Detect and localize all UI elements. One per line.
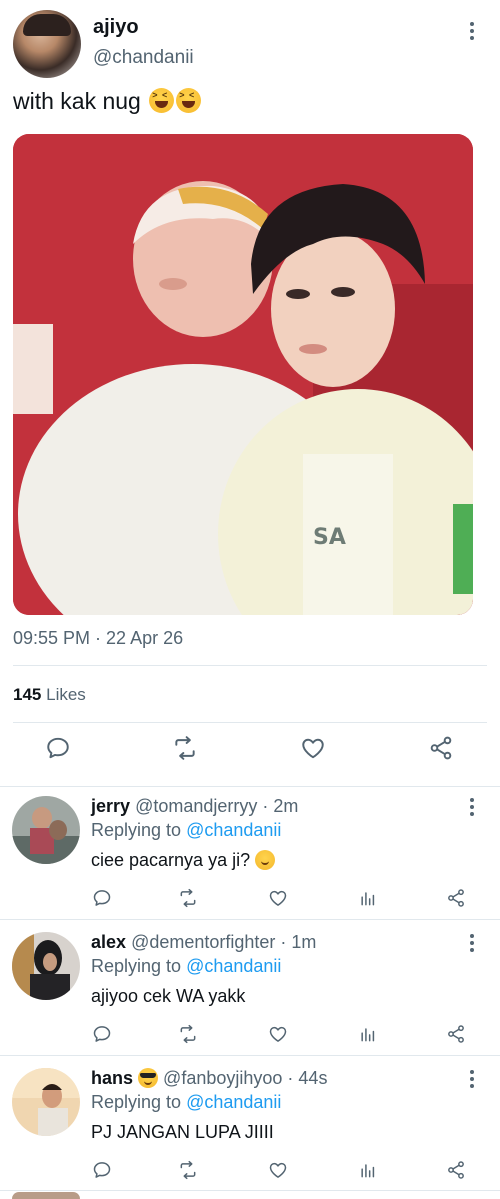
- author-display-name[interactable]: ajiyo: [93, 16, 139, 39]
- laughing-squint-emoji: [176, 88, 202, 113]
- replying-to-line: Replying to @chandanii: [91, 956, 281, 977]
- divider: [0, 1190, 500, 1191]
- reply-time: · 1m: [280, 932, 317, 952]
- reply-action-bar: [0, 1024, 500, 1050]
- reply-text: ajiyoo cek WA yakk: [91, 986, 245, 1007]
- next-reply-avatar-peek: [12, 1192, 80, 1199]
- likes-summary[interactable]: 145 Likes: [13, 685, 86, 705]
- replying-to-link[interactable]: @chandanii: [186, 820, 281, 840]
- replying-to-link[interactable]: @chandanii: [186, 1092, 281, 1112]
- reply-icon[interactable]: [92, 1160, 116, 1184]
- analytics-icon[interactable]: [358, 1160, 382, 1184]
- tweet-text-content: with kak nug: [13, 88, 141, 114]
- share-icon[interactable]: [446, 1160, 470, 1184]
- divider: [0, 919, 500, 920]
- reply-header: hans @fanboyjihyoo · 44s: [91, 1068, 327, 1089]
- replying-to-link[interactable]: @chandanii: [186, 956, 281, 976]
- likes-label: Likes: [46, 685, 86, 704]
- retweet-icon[interactable]: [178, 1160, 202, 1184]
- smiling-face-with-sunglasses-emoji: [138, 1068, 159, 1088]
- reply-tweet[interactable]: jerry @tomandjerryy · 2m Replying to @ch…: [0, 788, 500, 923]
- reply-text-content: ciee pacarnya ya ji?: [91, 850, 251, 870]
- reply-header: jerry @tomandjerryy · 2m: [91, 796, 298, 817]
- reply-handle[interactable]: @fanboyjihyoo: [163, 1068, 282, 1088]
- reply-text-content: PJ JANGAN LUPA JIIII: [91, 1122, 274, 1142]
- like-icon[interactable]: [300, 735, 332, 767]
- divider: [0, 786, 500, 787]
- reply-tweet[interactable]: alex @dementorfighter · 1m Replying to @…: [0, 924, 500, 1059]
- more-options-icon[interactable]: [466, 1070, 478, 1090]
- more-options-icon[interactable]: [466, 22, 478, 42]
- analytics-icon[interactable]: [358, 1024, 382, 1048]
- likes-count: 145: [13, 685, 42, 704]
- divider: [0, 1055, 500, 1056]
- reply-icon[interactable]: [92, 1024, 116, 1048]
- tweet-text: with kak nug: [13, 88, 202, 115]
- more-options-icon[interactable]: [466, 934, 478, 954]
- analytics-icon[interactable]: [358, 888, 382, 912]
- reply-handle[interactable]: @tomandjerryy: [135, 796, 257, 816]
- retweet-icon[interactable]: [178, 888, 202, 912]
- tweet-photo[interactable]: SA: [13, 134, 473, 615]
- reply-text: ciee pacarnya ya ji?: [91, 850, 276, 871]
- author-avatar[interactable]: [13, 10, 81, 78]
- divider: [13, 722, 487, 723]
- share-icon[interactable]: [446, 888, 470, 912]
- reply-display-name[interactable]: alex: [91, 932, 126, 952]
- reply-text: PJ JANGAN LUPA JIIII: [91, 1122, 274, 1143]
- reply-action-bar: [0, 888, 500, 914]
- retweet-icon[interactable]: [178, 1024, 202, 1048]
- laughing-squint-emoji: [149, 88, 175, 113]
- reply-avatar[interactable]: [12, 1068, 80, 1136]
- reply-tweet[interactable]: hans @fanboyjihyoo · 44s Replying to @ch…: [0, 1060, 500, 1195]
- replying-to-line: Replying to @chandanii: [91, 1092, 281, 1113]
- replying-prefix: Replying to: [91, 820, 182, 840]
- reply-time: · 2m: [262, 796, 299, 816]
- retweet-icon[interactable]: [172, 735, 204, 767]
- reply-action-bar: [0, 1160, 500, 1186]
- like-icon[interactable]: [268, 888, 292, 912]
- divider: [13, 665, 487, 666]
- share-icon[interactable]: [446, 1024, 470, 1048]
- reply-handle[interactable]: @dementorfighter: [131, 932, 275, 952]
- tweet-timestamp: 09:55 PM · 22 Apr 26: [13, 628, 184, 648]
- reply-time: · 44s: [287, 1068, 328, 1088]
- reply-avatar[interactable]: [12, 932, 80, 1000]
- face-with-hand-over-mouth-emoji: [255, 850, 276, 870]
- like-icon[interactable]: [268, 1160, 292, 1184]
- reply-icon[interactable]: [92, 888, 116, 912]
- tweet-header: ajiyo @chandanii: [0, 0, 500, 84]
- reply-display-name[interactable]: hans: [91, 1068, 133, 1088]
- reply-avatar[interactable]: [12, 796, 80, 864]
- reply-text-content: ajiyoo cek WA yakk: [91, 986, 246, 1006]
- replying-to-line: Replying to @chandanii: [91, 820, 281, 841]
- tweet-photo-illustration: SA: [13, 134, 473, 615]
- share-icon[interactable]: [428, 735, 460, 767]
- like-icon[interactable]: [268, 1024, 292, 1048]
- reply-icon[interactable]: [45, 735, 77, 767]
- svg-text:SA: SA: [313, 525, 346, 550]
- reply-display-name[interactable]: jerry: [91, 796, 130, 816]
- tweet-action-bar: [0, 735, 500, 775]
- replying-prefix: Replying to: [91, 1092, 182, 1112]
- more-options-icon[interactable]: [466, 798, 478, 818]
- author-handle[interactable]: @chandanii: [93, 47, 194, 69]
- replying-prefix: Replying to: [91, 956, 182, 976]
- reply-header: alex @dementorfighter · 1m: [91, 932, 316, 953]
